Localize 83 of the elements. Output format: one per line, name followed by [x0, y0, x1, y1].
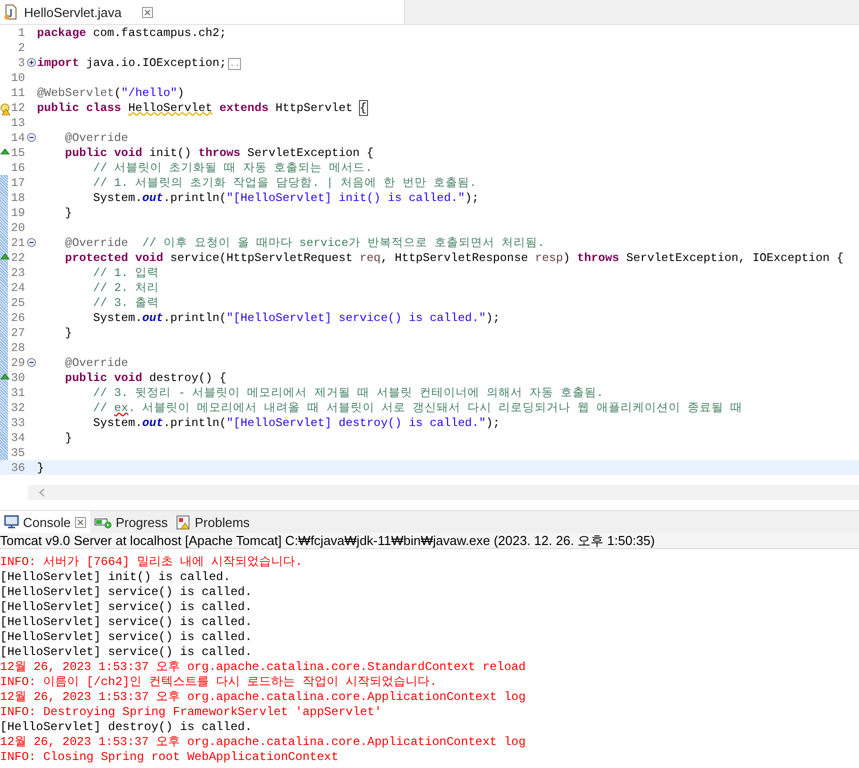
line-number: 13	[10, 116, 25, 130]
line-number: 30	[10, 370, 25, 384]
code-line: public void destroy() {	[64, 370, 226, 384]
line-number: 17	[10, 176, 25, 190]
line-number: 20	[10, 220, 25, 234]
line-number: 18	[10, 190, 25, 204]
collapse-icon[interactable]	[26, 358, 36, 367]
code-line: import java.io.IOException; ..	[37, 56, 242, 70]
line-number: 26	[10, 310, 25, 324]
console-line: INFO: Destroying Spring FrameworkServlet 'appServlet'	[0, 705, 383, 720]
code-line: System.out.println("[HelloServlet] init() is called.");	[92, 190, 479, 204]
process-title: Tomcat v9.0 Server at localhost [Apache Tomcat] C:₩fcjava₩jdk-11₩bin₩javaw.exe (2023. 12. 26. 오후 1:50:35)	[0, 533, 859, 549]
line-number: 21	[10, 236, 25, 250]
code-line: }	[64, 326, 72, 340]
console-line: [HelloServlet] service() is called.	[0, 615, 254, 630]
line-number: 11	[10, 86, 25, 100]
code-line: @Override // 이후 요청이 올 때마다 service가 반복적으로 호출되면서 처리됨.	[64, 235, 544, 250]
code-line: // ex. 서블릿이 메모리에서 내려올 때 서블릿이 서로 갱신돼서 다시 리로딩되거나 웹 애플리케이션이 종료될 때	[92, 400, 742, 415]
line-number: 14	[10, 130, 25, 144]
line-number: 34	[10, 430, 25, 444]
editor-tab[interactable]: HelloServlet.java	[0, 0, 405, 24]
java-file-icon	[4, 4, 18, 20]
console-line: [HelloServlet] service() is called.	[0, 645, 254, 660]
code-line: @WebServlet("/hello")	[37, 86, 184, 100]
code-line: public class HelloServlet extends HttpServlet {	[37, 100, 367, 114]
code-line: // 2. 처리	[92, 280, 160, 295]
code-line: System.out.println("[HelloServlet] destroy() is called.");	[92, 416, 500, 430]
line-number: 27	[10, 326, 25, 340]
code-line: package com.fastcampus.ch2;	[37, 26, 226, 40]
console-line: [HelloServlet] service() is called.	[0, 630, 254, 645]
code-line: protected void service(HttpServletRequest req, HttpServletResponse resp) throws ServletException, IOException {	[64, 250, 844, 264]
line-number: 10	[10, 70, 25, 84]
line-number: 12	[10, 100, 25, 114]
progress-bar-icon	[94, 516, 112, 528]
close-icon[interactable]	[142, 6, 153, 18]
code-line: // 3. 뒷정리 - 서블릿이 메모리에서 제거될 때 서블릿 컨테이너에 의해서 자동 호출됨.	[92, 385, 604, 400]
close-icon[interactable]	[74, 516, 86, 528]
line-number: 2	[16, 40, 25, 54]
view-tab[interactable]: Console	[0, 511, 90, 533]
line-number: 29	[10, 356, 25, 370]
line-number: 36	[10, 460, 25, 474]
view-tab[interactable]: Problems	[172, 511, 254, 533]
code-line: // 서블릿이 초기화될 때 자동 호출되는 메서드.	[92, 160, 372, 175]
code-line: }	[64, 206, 72, 220]
console-line: 12월 26, 2023 1:53:37 오후 org.apache.catalina.core.StandardContext reload	[0, 660, 527, 675]
monitor-icon	[4, 515, 19, 529]
view-tab[interactable]: Progress	[90, 511, 172, 533]
collapse-icon[interactable]	[26, 133, 36, 142]
code-line: // 1. 입력	[92, 265, 160, 280]
code-line: @Override	[64, 130, 128, 144]
console-line: INFO: 이름이 [/ch2]인 컨텍스트를 다시 로드하는 작업이 시작되었습니다.	[0, 675, 438, 690]
code-line: public void init() throws ServletException {	[64, 146, 374, 160]
expand-icon[interactable]	[26, 58, 36, 67]
line-number: 1	[16, 26, 25, 40]
line-number: 31	[10, 386, 25, 400]
code-line: System.out.println("[HelloServlet] service() is called.");	[92, 310, 500, 324]
console-line: 12월 26, 2023 1:53:37 오후 org.apache.catalina.core.ApplicationContext log	[0, 735, 527, 750]
code-line: // 1. 서블릿의 초기화 작업을 담당함. | 처음에 한 번만 호출됨.	[92, 175, 476, 190]
line-number: 25	[10, 296, 25, 310]
line-number: 22	[10, 250, 25, 264]
line-number: 19	[10, 206, 25, 220]
line-number: 16	[10, 160, 25, 174]
problems-icon	[176, 514, 191, 530]
console-line: [HelloServlet] init() is called.	[0, 570, 232, 585]
console-line: [HelloServlet] service() is called.	[0, 585, 254, 600]
console-line: [HelloServlet] service() is called.	[0, 600, 254, 615]
line-number: 24	[10, 280, 25, 294]
console-line: 12월 26, 2023 1:53:37 오후 org.apache.catalina.core.ApplicationContext log	[0, 690, 527, 705]
line-number: 3	[16, 56, 25, 70]
code-line: }	[37, 460, 44, 474]
line-number: 33	[10, 416, 25, 430]
console-line: INFO: Closing Spring root WebApplicationContext	[0, 750, 340, 765]
code-line: @Override	[64, 356, 128, 370]
collapse-icon[interactable]	[26, 238, 36, 247]
console-line: INFO: 서버가 [7664] 밀리초 내에 시작되었습니다.	[0, 555, 304, 570]
code-line: }	[64, 430, 72, 444]
code-line: // 3. 출력	[92, 295, 160, 310]
console-line: [HelloServlet] destroy() is called.	[0, 720, 254, 735]
line-number: 15	[10, 146, 25, 160]
line-number: 32	[10, 400, 25, 414]
line-number: 23	[10, 266, 25, 280]
line-number: 35	[10, 446, 25, 460]
line-number: 28	[10, 340, 25, 354]
